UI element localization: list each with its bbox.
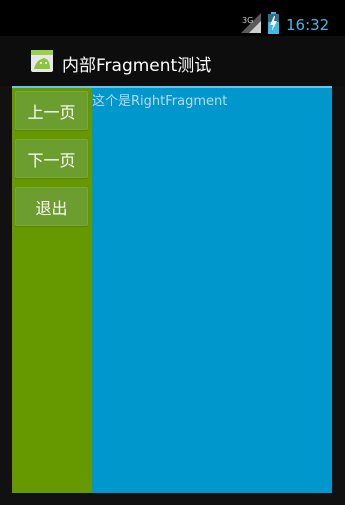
battery-charging-icon: [268, 12, 279, 34]
exit-button[interactable]: 退出: [15, 187, 88, 226]
status-clock: 16:32: [286, 16, 330, 34]
android-app-icon[interactable]: [30, 49, 54, 73]
action-bar: 内部Fragment测试: [0, 36, 345, 86]
device-screen: 3G 16:32 内部Fragment测试 上一页 下一页 退出 这个是Righ…: [0, 0, 345, 505]
previous-page-button[interactable]: 上一页: [15, 91, 88, 130]
left-fragment: 上一页 下一页 退出: [12, 86, 92, 493]
right-fragment: 这个是RightFragment: [92, 86, 332, 493]
status-bar: 3G 16:32: [0, 0, 345, 36]
app-title: 内部Fragment测试: [62, 56, 212, 76]
right-fragment-label: 这个是RightFragment: [92, 94, 228, 109]
content-top-divider: [12, 86, 332, 88]
fragment-container: 上一页 下一页 退出 这个是RightFragment: [12, 86, 332, 493]
next-page-button[interactable]: 下一页: [15, 139, 88, 178]
network-type-label: 3G: [242, 16, 254, 25]
